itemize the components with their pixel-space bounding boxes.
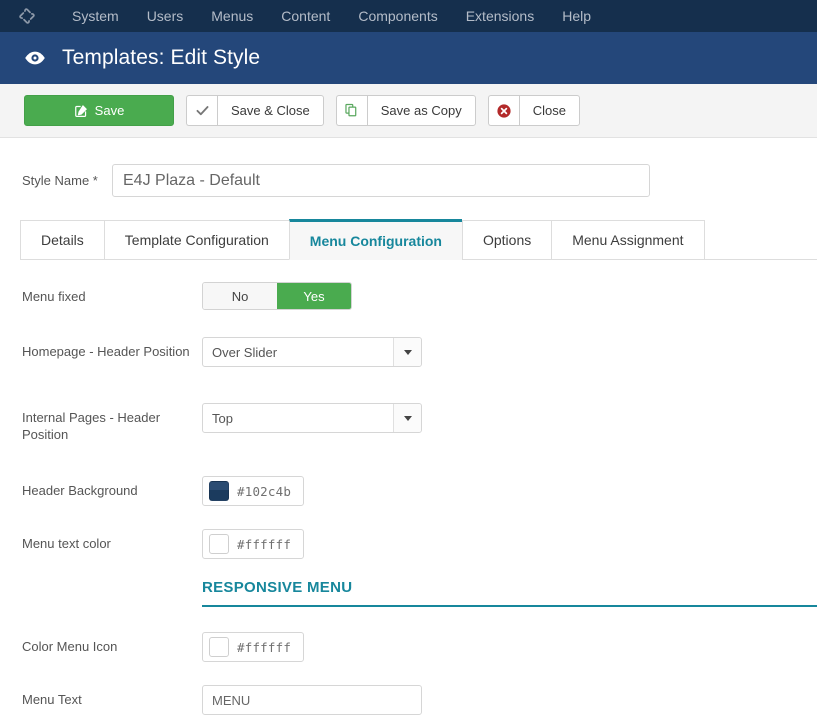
check-icon bbox=[186, 95, 217, 126]
color-menu-icon-label: Color Menu Icon bbox=[22, 632, 202, 655]
close-button-label[interactable]: Close bbox=[519, 95, 580, 126]
save-button-label: Save bbox=[95, 103, 125, 118]
tab-bar: Details Template Configuration Menu Conf… bbox=[20, 219, 817, 260]
menu-text-color-swatch[interactable] bbox=[209, 534, 229, 554]
header-background-label: Header Background bbox=[22, 476, 202, 499]
save-close-button-label[interactable]: Save & Close bbox=[217, 95, 324, 126]
field-menu-text: Menu Text bbox=[22, 685, 817, 721]
menu-fixed-option-no[interactable]: No bbox=[203, 283, 277, 309]
toolbar: Save Save & Close Save as Copy Close bbox=[0, 84, 817, 138]
page-header: Templates: Edit Style bbox=[0, 32, 817, 84]
homepage-header-position-select[interactable]: Over Slider bbox=[202, 337, 422, 367]
field-color-menu-icon: Color Menu Icon #ffffff bbox=[22, 632, 817, 668]
internal-header-position-label: Internal Pages - Header Position bbox=[22, 403, 202, 443]
menu-text-color-label: Menu text color bbox=[22, 529, 202, 552]
tab-details[interactable]: Details bbox=[20, 220, 104, 260]
style-name-input[interactable] bbox=[112, 164, 650, 197]
save-as-copy-button[interactable]: Save as Copy bbox=[336, 95, 476, 126]
admin-menu-bar: System Users Menus Content Components Ex… bbox=[0, 0, 817, 32]
homepage-header-position-label: Homepage - Header Position bbox=[22, 337, 202, 360]
menu-fixed-option-yes[interactable]: Yes bbox=[277, 283, 351, 309]
admin-menu-item-content[interactable]: Content bbox=[267, 0, 344, 32]
eye-icon bbox=[22, 45, 48, 71]
chevron-down-icon[interactable] bbox=[393, 404, 421, 432]
header-background-value: #102c4b bbox=[237, 484, 291, 499]
menu-text-color-field[interactable]: #ffffff bbox=[202, 529, 304, 559]
tab-menu-configuration[interactable]: Menu Configuration bbox=[289, 219, 462, 260]
field-internal-header-position: Internal Pages - Header Position Top bbox=[22, 403, 817, 443]
content-area: Style Name * Details Template Configurat… bbox=[0, 138, 817, 721]
chevron-down-icon[interactable] bbox=[393, 338, 421, 366]
menu-text-input[interactable] bbox=[202, 685, 422, 715]
menu-text-label: Menu Text bbox=[22, 685, 202, 708]
internal-header-position-value: Top bbox=[203, 404, 393, 432]
save-close-button[interactable]: Save & Close bbox=[186, 95, 324, 126]
field-menu-fixed: Menu fixed No Yes bbox=[22, 282, 817, 318]
pencil-square-icon bbox=[74, 104, 88, 118]
admin-menu-item-components[interactable]: Components bbox=[344, 0, 451, 32]
joomla-logo-icon[interactable] bbox=[16, 5, 38, 27]
field-homepage-header-position: Homepage - Header Position Over Slider bbox=[22, 337, 817, 373]
tab-template-configuration[interactable]: Template Configuration bbox=[104, 220, 289, 260]
menu-fixed-toggle[interactable]: No Yes bbox=[202, 282, 352, 310]
responsive-menu-section-header: RESPONSIVE MENU bbox=[22, 579, 817, 607]
admin-menu-item-system[interactable]: System bbox=[58, 0, 133, 32]
header-background-color-field[interactable]: #102c4b bbox=[202, 476, 304, 506]
copy-icon bbox=[336, 95, 367, 126]
field-header-background: Header Background #102c4b bbox=[22, 476, 817, 512]
admin-menu-item-users[interactable]: Users bbox=[133, 0, 198, 32]
menu-text-color-value: #ffffff bbox=[237, 537, 291, 552]
field-menu-text-color: Menu text color #ffffff bbox=[22, 529, 817, 565]
tab-options[interactable]: Options bbox=[462, 220, 551, 260]
color-menu-icon-swatch[interactable] bbox=[209, 637, 229, 657]
color-menu-icon-value: #ffffff bbox=[237, 640, 291, 655]
save-as-copy-button-label[interactable]: Save as Copy bbox=[367, 95, 476, 126]
style-name-label: Style Name * bbox=[22, 173, 112, 188]
page-title: Templates: Edit Style bbox=[62, 46, 260, 70]
style-name-row: Style Name * bbox=[0, 138, 817, 197]
color-menu-icon-field[interactable]: #ffffff bbox=[202, 632, 304, 662]
responsive-menu-title: RESPONSIVE MENU bbox=[202, 579, 352, 596]
admin-menu-item-help[interactable]: Help bbox=[548, 0, 605, 32]
admin-menu-item-extensions[interactable]: Extensions bbox=[452, 0, 548, 32]
homepage-header-position-value: Over Slider bbox=[203, 338, 393, 366]
admin-menu-list: System Users Menus Content Components Ex… bbox=[58, 0, 605, 32]
menu-configuration-form: Menu fixed No Yes Homepage - Header Posi… bbox=[0, 282, 817, 721]
tab-menu-assignment[interactable]: Menu Assignment bbox=[551, 220, 704, 260]
header-background-swatch[interactable] bbox=[209, 481, 229, 501]
close-button[interactable]: Close bbox=[488, 95, 580, 126]
close-circle-icon bbox=[488, 95, 519, 126]
menu-fixed-label: Menu fixed bbox=[22, 282, 202, 305]
admin-menu-item-menus[interactable]: Menus bbox=[197, 0, 267, 32]
internal-header-position-select[interactable]: Top bbox=[202, 403, 422, 433]
save-button[interactable]: Save bbox=[24, 95, 174, 126]
